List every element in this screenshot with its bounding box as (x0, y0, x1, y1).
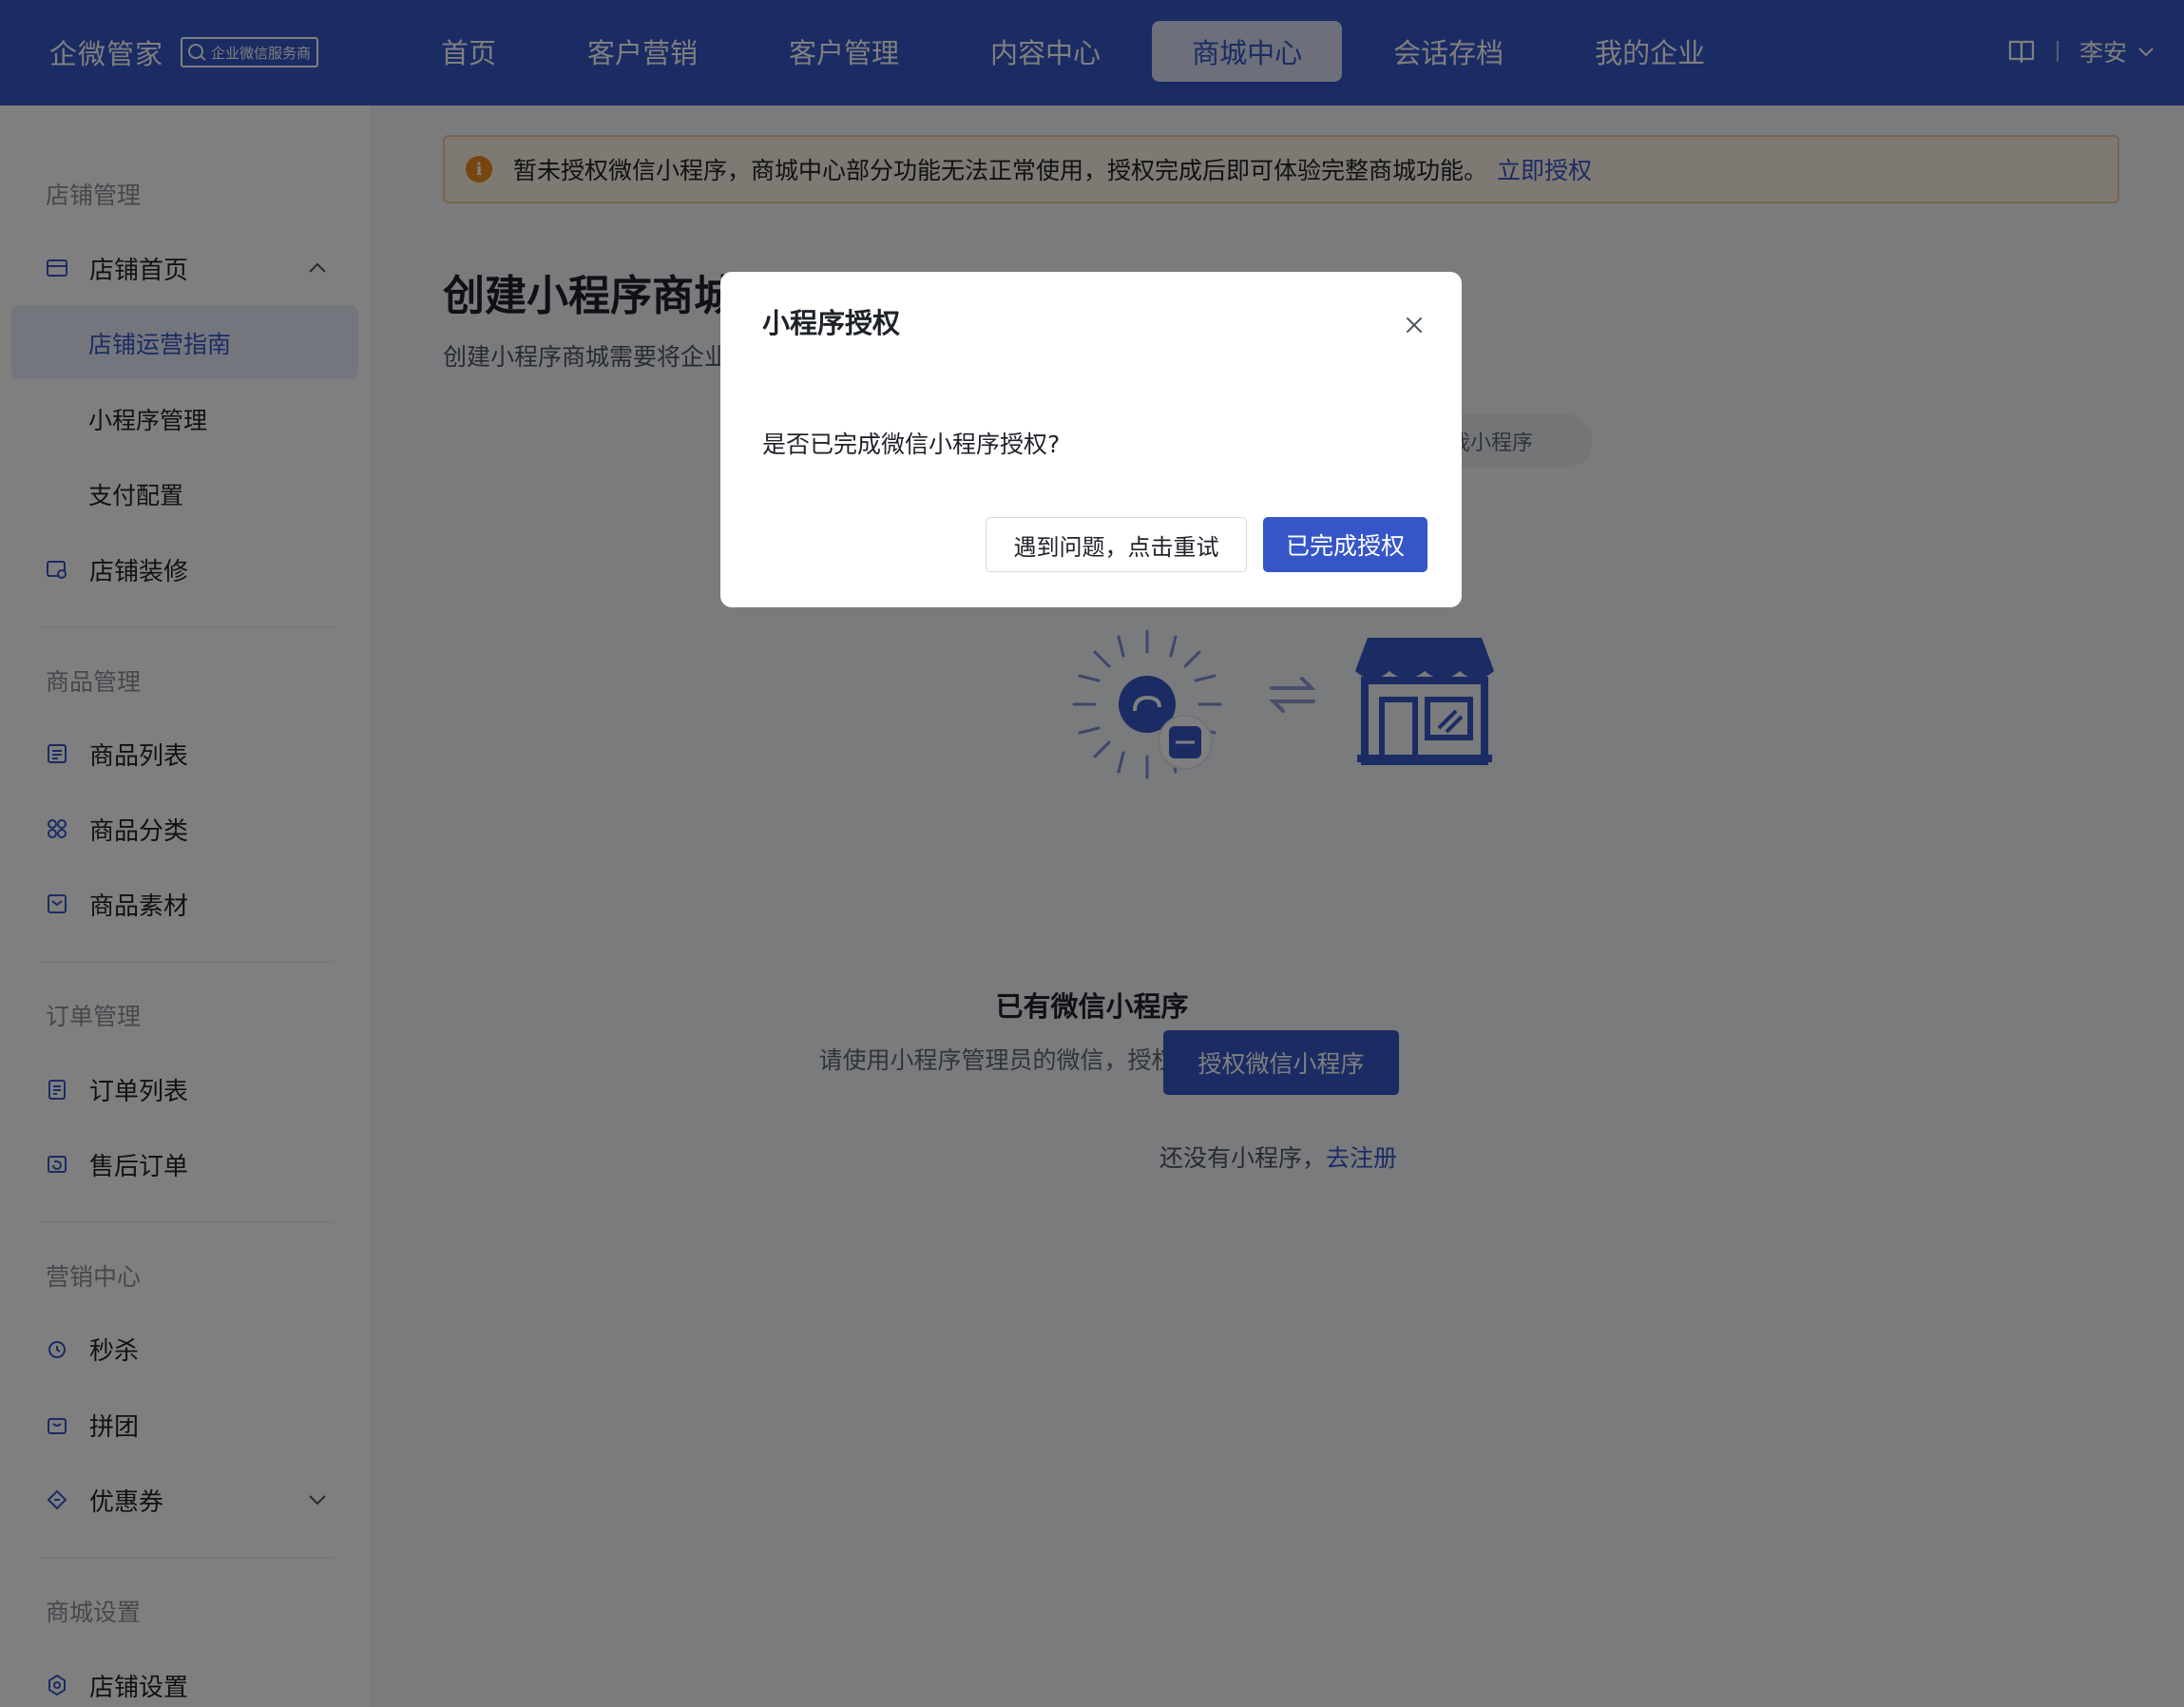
close-icon[interactable] (1403, 314, 1426, 336)
modal-title: 小程序授权 (762, 307, 901, 339)
modal-body-text: 是否已完成微信小程序授权? (762, 431, 1061, 458)
authorize-modal: 小程序授权 是否已完成微信小程序授权? 遇到问题，点击重试 已完成授权 (720, 272, 1462, 607)
retry-button[interactable]: 遇到问题，点击重试 (986, 517, 1247, 572)
done-authorize-button[interactable]: 已完成授权 (1263, 517, 1427, 572)
modal-overlay[interactable] (0, 0, 2184, 1707)
